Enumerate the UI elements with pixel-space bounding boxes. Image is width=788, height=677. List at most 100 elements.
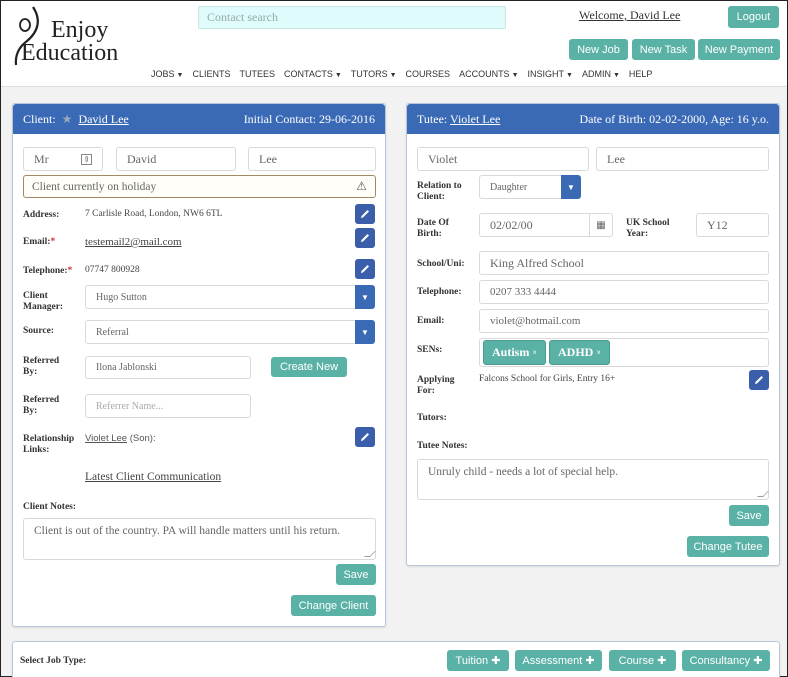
nav-item-jobs[interactable]: JOBS ▼ <box>151 69 183 79</box>
nav-item-contacts[interactable]: CONTACTS ▼ <box>284 69 342 79</box>
school-year-input[interactable]: Y12 <box>696 213 769 237</box>
top-header: Enjoy Education Contact search Welcome, … <box>1 1 787 87</box>
client-alert-input[interactable]: Client currently on holiday ⚠ <box>23 175 376 198</box>
star-icon[interactable]: ★ <box>62 112 73 126</box>
nav-item-label: TUTEES <box>239 69 275 79</box>
main-nav: JOBS ▼ CLIENTS TUTEES CONTACTS ▼ TUTORS ▼ COURSE… <box>151 69 652 79</box>
school-year-label: UK School Year: <box>626 218 670 239</box>
nav-item-label: TUTORS <box>350 69 388 79</box>
client-manager-label: Client Manager: <box>23 291 64 312</box>
nav-item-tutees[interactable]: TUTEES <box>239 69 275 79</box>
latest-client-communication-link[interactable]: Latest Client Communication <box>85 471 221 483</box>
nav-item-label: JOBS <box>151 69 175 79</box>
change-client-button[interactable]: Change Client <box>291 595 376 616</box>
sen-tag-label: Autism <box>492 345 530 359</box>
relation-select[interactable]: Daughter <box>479 175 563 199</box>
tutee-name-link[interactable]: Violet Lee <box>450 112 500 126</box>
sen-tag-label: ADHD <box>558 345 594 359</box>
sen-tag-autism[interactable]: Autism × <box>483 340 546 365</box>
client-alert-text: Client currently on holiday <box>32 180 157 193</box>
caret-down-icon: ▼ <box>176 72 184 79</box>
nav-item-insight[interactable]: INSIGHT ▼ <box>528 69 573 79</box>
initial-contact: Initial Contact: 29-06-2016 <box>243 111 375 126</box>
welcome-link[interactable]: Welcome, David Lee <box>579 8 680 23</box>
logo[interactable]: Enjoy Education <box>11 5 131 67</box>
warning-icon: ⚠ <box>356 179 367 193</box>
change-tutee-button[interactable]: Change Tutee <box>687 536 769 557</box>
plus-icon: ✚ <box>753 655 763 667</box>
pencil-icon <box>361 265 369 273</box>
school-label: School/Uni: <box>417 259 465 269</box>
relationship-link[interactable]: Violet Lee <box>85 433 127 444</box>
new-payment-button[interactable]: New Payment <box>698 39 780 60</box>
edit-relationship-button[interactable] <box>355 427 375 447</box>
client-notes-label: Client Notes: <box>23 502 77 512</box>
nav-item-courses[interactable]: COURSES <box>406 69 451 79</box>
pencil-icon <box>361 210 369 218</box>
new-task-button[interactable]: New Task <box>632 39 695 60</box>
relationship-links-label: Relationship Links: <box>23 434 75 455</box>
relation-to-client-label: Relation to Client: <box>417 181 462 202</box>
nav-item-help[interactable]: HELP <box>629 69 653 79</box>
edit-address-button[interactable] <box>355 204 375 224</box>
school-input[interactable]: King Alfred School <box>479 251 769 275</box>
remove-tag-icon[interactable]: × <box>532 348 537 357</box>
tutee-email-input[interactable]: violet@hotmail.com <box>479 309 769 333</box>
logo-line1: Enjoy <box>51 17 109 43</box>
dob-input[interactable]: 02/02/00 <box>479 213 590 237</box>
nav-item-label: ACCOUNTS <box>459 69 510 79</box>
tutee-notes-textarea[interactable]: Unruly child - needs a lot of special he… <box>417 459 769 500</box>
logout-button[interactable]: Logout <box>728 6 779 28</box>
tutee-save-button[interactable]: Save <box>729 505 769 526</box>
client-notes-textarea[interactable]: Client is out of the country. PA will ha… <box>23 518 376 560</box>
client-first-name-input[interactable]: David <box>116 147 236 171</box>
applying-for-label: Applying For: <box>417 375 455 396</box>
client-panel: Client: ★ David Lee Initial Contact: 29-… <box>12 103 386 627</box>
client-save-button[interactable]: Save <box>336 564 376 585</box>
client-manager-select[interactable]: Hugo Sutton <box>85 285 357 309</box>
client-last-name-input[interactable]: Lee <box>248 147 376 171</box>
client-email-link[interactable]: testemail2@mail.com <box>85 236 182 248</box>
source-select[interactable]: Referral <box>85 320 357 344</box>
nav-item-admin[interactable]: ADMIN ▼ <box>582 69 620 79</box>
edit-email-button[interactable] <box>355 228 375 248</box>
caret-down-icon: ▼ <box>389 72 397 79</box>
edit-applying-button[interactable] <box>749 370 769 390</box>
new-job-button[interactable]: New Job <box>569 39 628 60</box>
tutee-first-name-input[interactable]: Violet <box>417 147 589 171</box>
course-button[interactable]: Course ✚ <box>609 650 676 671</box>
referrer-name-input[interactable]: Referrer Name... <box>85 394 251 418</box>
email-label: Email:* <box>23 237 56 247</box>
resize-handle-icon[interactable] <box>757 491 769 497</box>
tuition-button[interactable]: Tuition ✚ <box>447 650 509 671</box>
tutee-last-name-input[interactable]: Lee <box>596 147 769 171</box>
nav-item-label: CLIENTS <box>192 69 231 79</box>
tutee-panel-header: Tutee: Violet Lee Date of Birth: 02-02-2… <box>407 104 779 134</box>
referred-by-input[interactable]: Ilona Jablonski <box>85 356 251 379</box>
title-select[interactable]: Mr ⇕ <box>23 147 103 171</box>
chevron-down-icon[interactable]: ▼ <box>561 175 581 199</box>
chevron-down-icon[interactable]: ▼ <box>355 320 375 344</box>
resize-handle-icon[interactable] <box>364 551 376 557</box>
client-name-link[interactable]: David Lee <box>78 112 128 126</box>
edit-telephone-button[interactable] <box>355 259 375 279</box>
create-new-button[interactable]: Create New <box>271 357 347 377</box>
nav-item-accounts[interactable]: ACCOUNTS ▼ <box>459 69 518 79</box>
nav-item-label: HELP <box>628 69 653 79</box>
chevron-down-icon[interactable]: ▼ <box>355 285 375 309</box>
sen-tag-adhd[interactable]: ADHD × <box>549 340 610 365</box>
consultancy-button[interactable]: Consultancy ✚ <box>682 650 770 671</box>
caret-down-icon: ▼ <box>511 72 519 79</box>
client-header-label: Client: <box>23 111 56 126</box>
nav-item-tutors[interactable]: TUTORS ▼ <box>351 69 397 79</box>
contact-search-input[interactable]: Contact search <box>198 6 506 29</box>
nav-item-clients[interactable]: CLIENTS <box>192 69 230 79</box>
calendar-button[interactable]: ▦ <box>589 213 613 237</box>
tutee-telephone-input[interactable]: 0207 333 4444 <box>479 280 769 304</box>
remove-tag-icon[interactable]: × <box>596 348 601 357</box>
assessment-button[interactable]: Assessment ✚ <box>515 650 602 671</box>
logo-text: Enjoy Education <box>21 17 118 65</box>
tutee-dob-summary: Date of Birth: 02-02-2000, Age: 16 y.o. <box>579 111 769 126</box>
spinner-icon: ⇕ <box>81 153 92 165</box>
caret-down-icon: ▼ <box>612 72 620 79</box>
